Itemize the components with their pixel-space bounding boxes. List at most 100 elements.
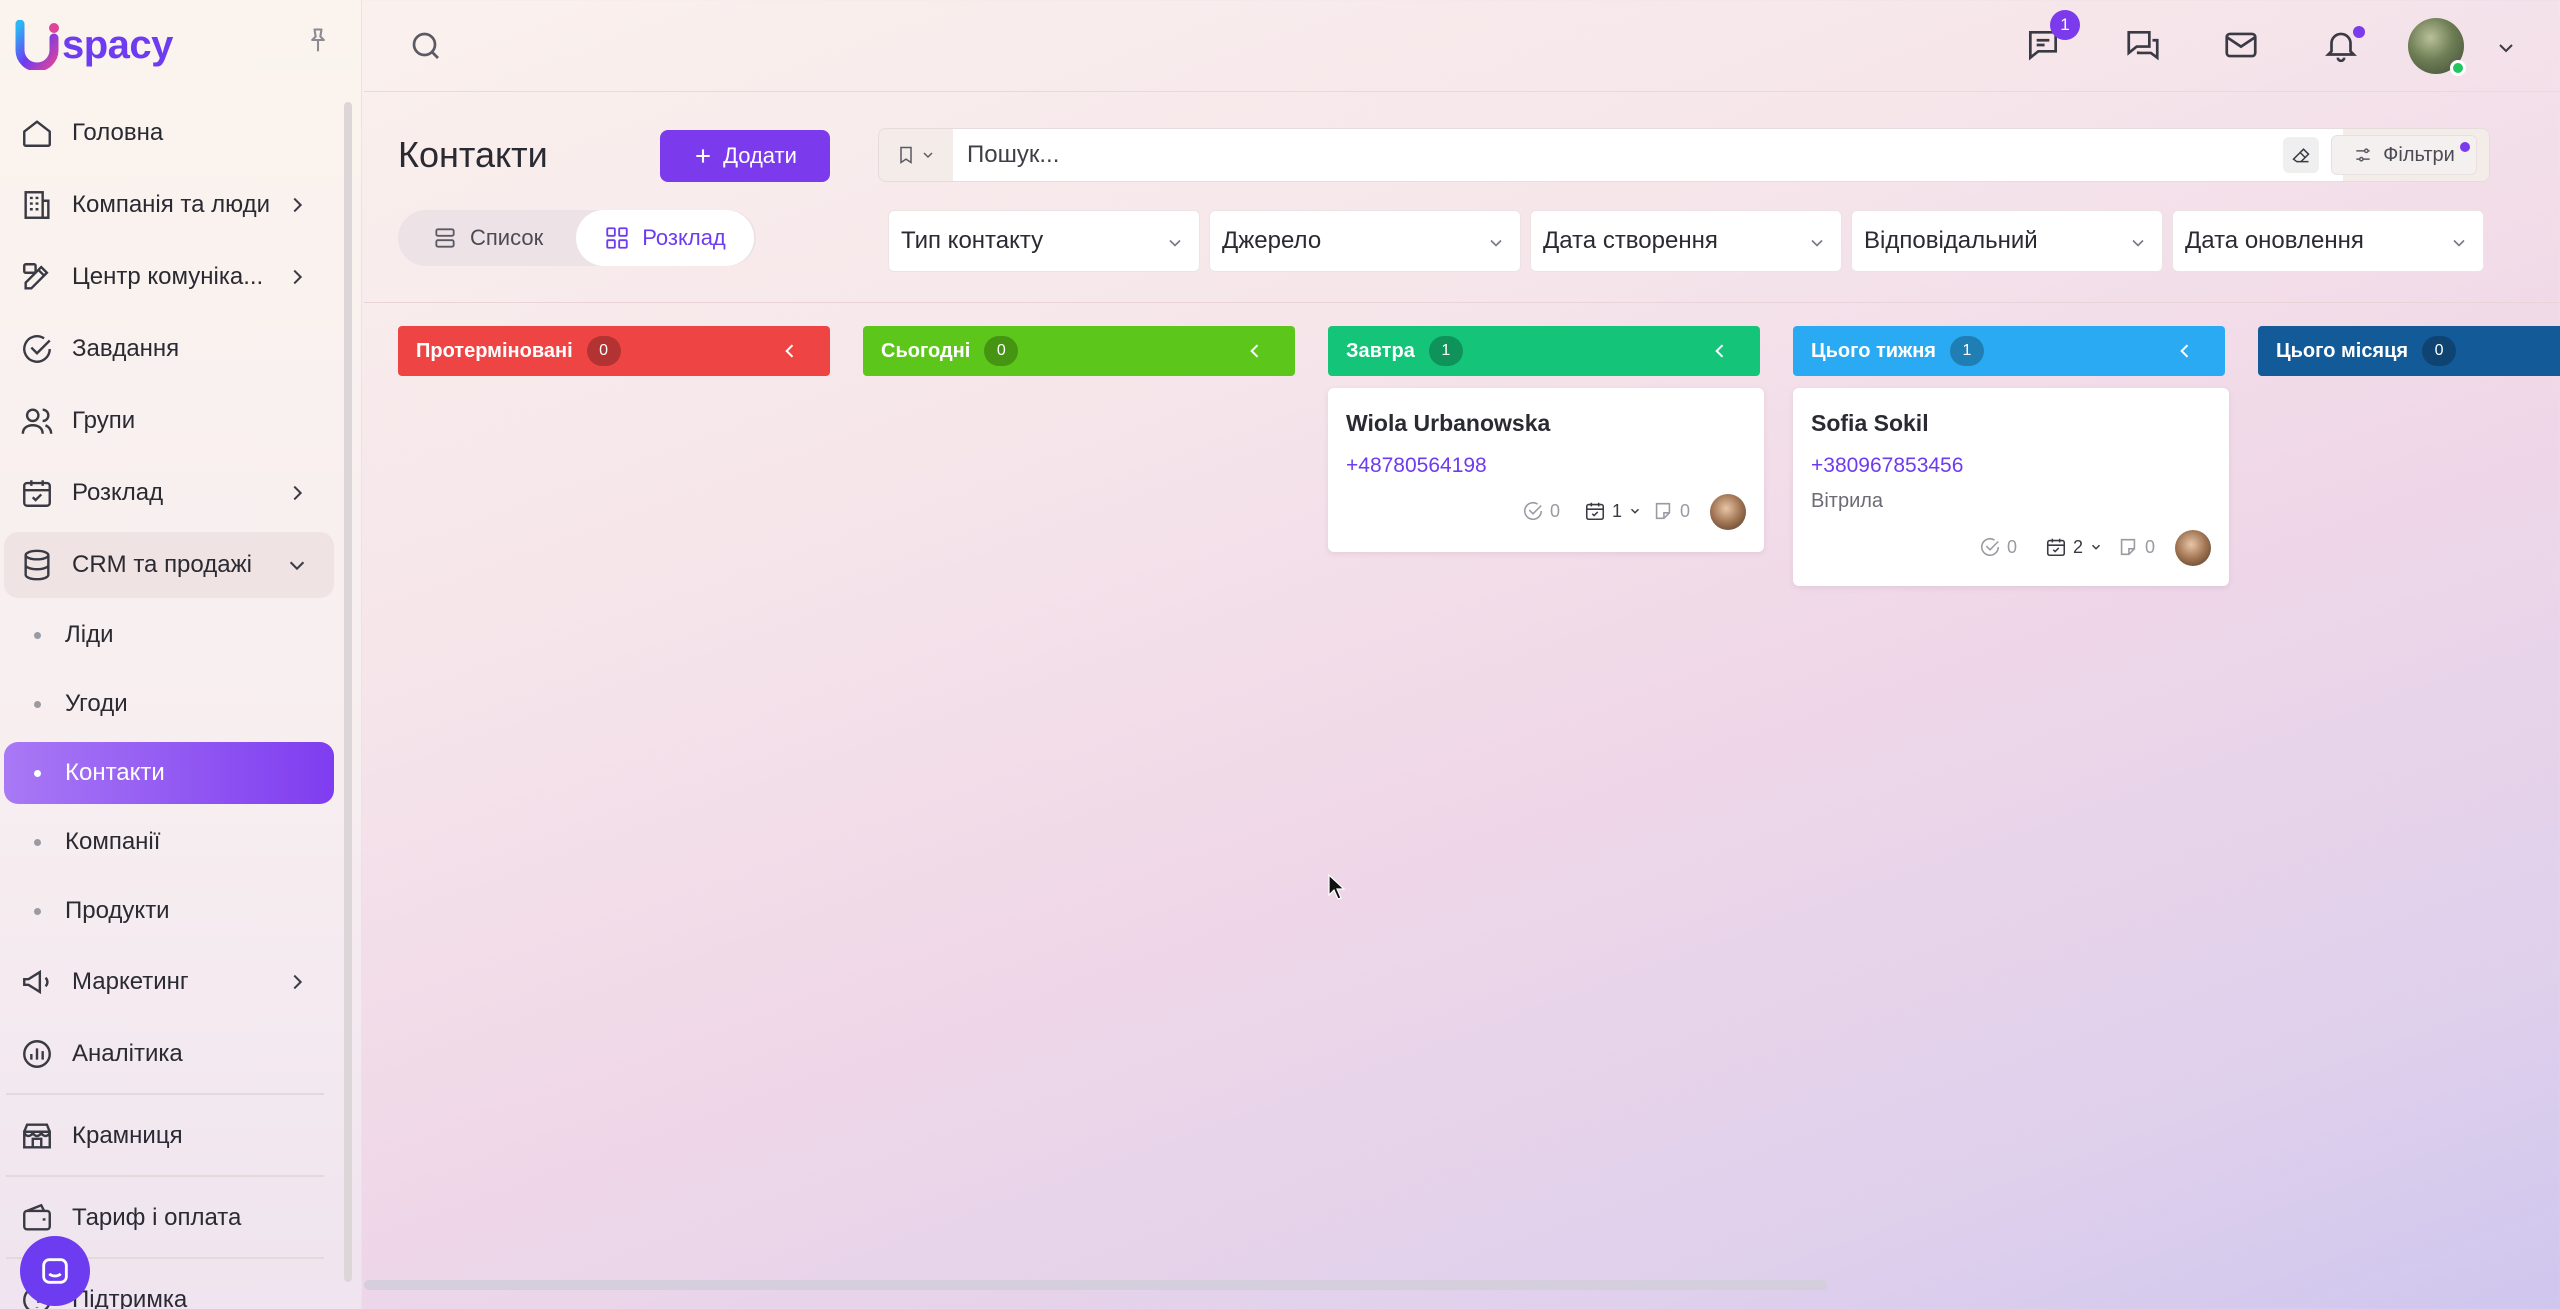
chevron-left-icon[interactable] bbox=[2175, 341, 2195, 361]
view-list-button[interactable]: Список bbox=[432, 210, 543, 266]
column-count: 0 bbox=[2422, 336, 2457, 366]
sidebar-item-communication[interactable]: Центр комуніка... bbox=[4, 244, 334, 310]
page-title: Контакти bbox=[398, 134, 548, 175]
filter-updated-date[interactable]: Дата оновлення bbox=[2172, 210, 2484, 272]
chevron-right-icon bbox=[293, 197, 303, 213]
megaphone-icon bbox=[23, 969, 49, 995]
view-schedule-button[interactable]: Розклад bbox=[576, 210, 754, 266]
tasks-count[interactable]: 0 bbox=[1522, 500, 1560, 522]
column-header-overdue[interactable]: Протерміновані 0 bbox=[398, 326, 830, 376]
mouse-cursor-icon bbox=[1328, 874, 1346, 900]
contact-phone[interactable]: +380967853456 bbox=[1811, 454, 1963, 478]
pin-icon[interactable] bbox=[304, 26, 332, 54]
calendar-check-icon bbox=[2046, 538, 2066, 557]
sidebar-item-label: Підтримка bbox=[72, 1286, 188, 1309]
sidebar-item-marketing[interactable]: Маркетинг bbox=[4, 949, 334, 1015]
contact-name: Sofia Sokil bbox=[1811, 410, 1929, 436]
wallet-icon bbox=[23, 1203, 51, 1231]
sidebar-subitem-label: Ліди bbox=[65, 621, 114, 648]
filters-button[interactable]: Фільтри bbox=[2331, 135, 2477, 175]
column-count: 1 bbox=[1949, 336, 1984, 366]
sidebar-item-tasks[interactable]: Завдання bbox=[4, 316, 334, 382]
contact-card[interactable]: Sofia Sokil +380967853456 Вітрила 0 2 0 bbox=[1793, 388, 2229, 586]
view-schedule-label: Розклад bbox=[642, 225, 726, 250]
chevron-down-icon bbox=[1169, 239, 1181, 247]
building-icon bbox=[24, 191, 50, 219]
sidebar-item-schedule[interactable]: Розклад bbox=[4, 460, 334, 526]
chevron-down-icon bbox=[1631, 508, 1640, 514]
column-title: Завтра bbox=[1346, 339, 1415, 362]
sidebar-subitem-deals[interactable]: Угоди bbox=[4, 673, 334, 735]
filter-contact-type[interactable]: Тип контакту bbox=[888, 210, 1200, 272]
filter-source[interactable]: Джерело bbox=[1209, 210, 1521, 272]
sidebar-item-crm[interactable]: CRM та продажі bbox=[4, 532, 334, 598]
column-title: Сьогодні bbox=[881, 339, 971, 362]
filters-active-dot bbox=[2460, 142, 2470, 152]
sidebar-item-home[interactable]: Головна bbox=[4, 100, 334, 166]
sidebar-item-groups[interactable]: Групи bbox=[4, 388, 334, 454]
chevron-right-icon bbox=[293, 485, 303, 501]
chevron-left-icon[interactable] bbox=[1245, 341, 1265, 361]
chevron-left-icon[interactable] bbox=[1710, 341, 1730, 361]
calendar-check-icon bbox=[1585, 502, 1605, 521]
column-title: Протерміновані bbox=[416, 339, 573, 362]
add-button-label: Додати bbox=[723, 143, 797, 168]
logo[interactable]: spacy bbox=[14, 20, 173, 70]
view-toggle: Список Розклад bbox=[398, 210, 756, 266]
board-horizontal-scrollbar[interactable] bbox=[364, 1280, 1828, 1290]
responsible-avatar[interactable] bbox=[1710, 494, 1746, 530]
clear-search-button[interactable] bbox=[2283, 137, 2319, 173]
filters-label: Фільтри bbox=[2383, 143, 2455, 166]
events-dropdown[interactable]: 2 bbox=[2045, 536, 2103, 558]
search-icon[interactable] bbox=[408, 28, 444, 64]
column-count: 0 bbox=[586, 336, 621, 366]
chevron-down-icon[interactable] bbox=[2494, 36, 2518, 60]
add-contact-button[interactable]: Додати bbox=[660, 130, 830, 182]
sidebar-subitem-contacts[interactable]: Контакти bbox=[4, 742, 334, 804]
messages-badge: 1 bbox=[2050, 10, 2080, 40]
contact-card[interactable]: Wiola Urbanowska +48780564198 0 1 0 bbox=[1328, 388, 1764, 552]
notes-count[interactable]: 0 bbox=[1652, 500, 1690, 522]
sidebar-item-company[interactable]: Компанія та люди bbox=[4, 172, 334, 238]
search-input[interactable] bbox=[953, 129, 2253, 181]
filter-responsible[interactable]: Відповідальний bbox=[1851, 210, 2163, 272]
sidebar-subitem-label: Компанії bbox=[65, 828, 161, 855]
events-dropdown[interactable]: 1 bbox=[1584, 500, 1642, 522]
tasks-count[interactable]: 0 bbox=[1979, 536, 2017, 558]
sidebar-subitem-leads[interactable]: Ліди bbox=[4, 604, 334, 666]
notes-count[interactable]: 0 bbox=[2117, 536, 2155, 558]
sidebar-subitem-companies[interactable]: Компанії bbox=[4, 811, 334, 873]
eraser-icon bbox=[2292, 148, 2310, 163]
sidebar-item-label: Компанія та люди bbox=[72, 191, 271, 218]
responsible-avatar[interactable] bbox=[2175, 530, 2211, 566]
saved-filters-dropdown[interactable] bbox=[879, 129, 953, 181]
chevron-right-icon bbox=[293, 269, 303, 285]
chevron-left-icon[interactable] bbox=[780, 341, 800, 361]
sidebar: spacy Головна Компанія та люди Центр ком… bbox=[0, 0, 362, 1309]
sidebar-scrollbar[interactable] bbox=[344, 102, 352, 1282]
filter-label: Тип контакту bbox=[901, 227, 1044, 254]
sidebar-subitem-label: Угоди bbox=[65, 690, 128, 717]
filter-created-date[interactable]: Дата створення bbox=[1530, 210, 1842, 272]
edit-icon bbox=[23, 263, 49, 290]
sidebar-subitem-products[interactable]: Продукти bbox=[4, 880, 334, 942]
column-header-this-month[interactable]: Цього місяця 0 bbox=[2258, 326, 2560, 376]
home-icon bbox=[23, 120, 51, 147]
contact-phone[interactable]: +48780564198 bbox=[1346, 454, 1487, 478]
check-circle-icon bbox=[1523, 501, 1543, 520]
sidebar-item-analytics[interactable]: Аналітика bbox=[4, 1021, 334, 1087]
column-header-this-week[interactable]: Цього тижня 1 bbox=[1793, 326, 2225, 376]
chat-widget-button[interactable] bbox=[20, 1236, 90, 1306]
mail-icon[interactable] bbox=[2222, 26, 2260, 64]
sidebar-item-store[interactable]: Крамниця bbox=[4, 1103, 334, 1169]
chevron-down-icon bbox=[2453, 239, 2465, 247]
contact-name: Wiola Urbanowska bbox=[1346, 410, 1551, 436]
check-circle-icon bbox=[23, 335, 51, 363]
sidebar-item-label: Завдання bbox=[72, 335, 180, 362]
sidebar-subitem-label: Продукти bbox=[65, 897, 170, 924]
column-title: Цього тижня bbox=[1811, 339, 1936, 362]
column-header-today[interactable]: Сьогодні 0 bbox=[863, 326, 1295, 376]
column-header-tomorrow[interactable]: Завтра 1 bbox=[1328, 326, 1760, 376]
note-icon bbox=[1655, 502, 1671, 520]
chats-icon[interactable] bbox=[2124, 26, 2162, 64]
